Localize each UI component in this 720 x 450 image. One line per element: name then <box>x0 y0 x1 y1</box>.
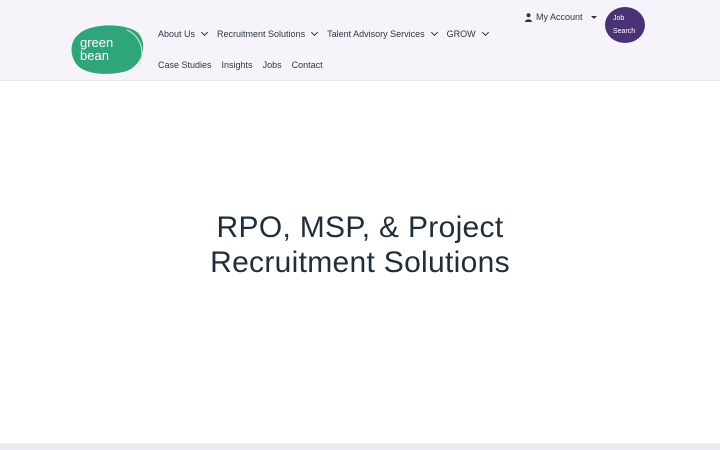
job-search-button[interactable]: Job Search <box>605 7 645 43</box>
logo-text-bean: bean <box>80 48 109 63</box>
nav-case-studies[interactable]: Case Studies <box>158 60 212 70</box>
chevron-down-icon <box>430 28 438 37</box>
my-account-menu[interactable]: My Account <box>525 12 597 22</box>
person-icon <box>525 12 532 22</box>
nav-recruitment-solutions-label: Recruitment Solutions <box>217 29 306 39</box>
nav-jobs[interactable]: Jobs <box>263 60 282 70</box>
job-search-label-line2: Search <box>613 28 636 35</box>
nav-insights-label: Insights <box>221 60 253 70</box>
nav-talent-advisory-label: Talent Advisory Services <box>327 29 425 39</box>
green-bean-logo[interactable]: green bean <box>71 24 145 76</box>
hero-heading: RPO, MSP, & Project Recruitment Solution… <box>0 210 720 280</box>
chevron-down-icon <box>311 28 319 37</box>
nav-talent-advisory-services[interactable]: Talent Advisory Services <box>327 28 438 39</box>
primary-nav: About Us Recruitment Solutions Talent Ad… <box>158 28 498 39</box>
caret-down-icon <box>590 15 597 19</box>
chevron-down-icon <box>481 28 489 37</box>
nav-about-us[interactable]: About Us <box>158 28 209 39</box>
nav-insights[interactable]: Insights <box>222 60 253 70</box>
nav-contact-label: Contact <box>291 60 323 70</box>
nav-about-us-label: About Us <box>158 29 196 39</box>
nav-recruitment-solutions[interactable]: Recruitment Solutions <box>217 28 319 39</box>
nav-case-studies-label: Case Studies <box>158 60 212 70</box>
secondary-nav: Case Studies Insights Jobs Contact <box>158 60 333 70</box>
hero-heading-line1: RPO, MSP, & Project <box>216 211 504 244</box>
logo-blob-icon: green bean <box>71 25 144 74</box>
nav-contact[interactable]: Contact <box>292 60 323 70</box>
next-section-strip <box>0 443 720 450</box>
my-account-label: My Account <box>536 12 583 22</box>
hero-heading-line2: Recruitment Solutions <box>210 246 510 279</box>
job-search-label-line1: Job <box>613 15 625 22</box>
chevron-down-icon <box>200 28 209 37</box>
nav-grow-label: GROW <box>446 29 476 39</box>
site-header: green bean About Us Recruitment Solution… <box>0 0 720 81</box>
nav-grow[interactable]: GROW <box>446 28 489 39</box>
nav-jobs-label: Jobs <box>262 60 282 70</box>
